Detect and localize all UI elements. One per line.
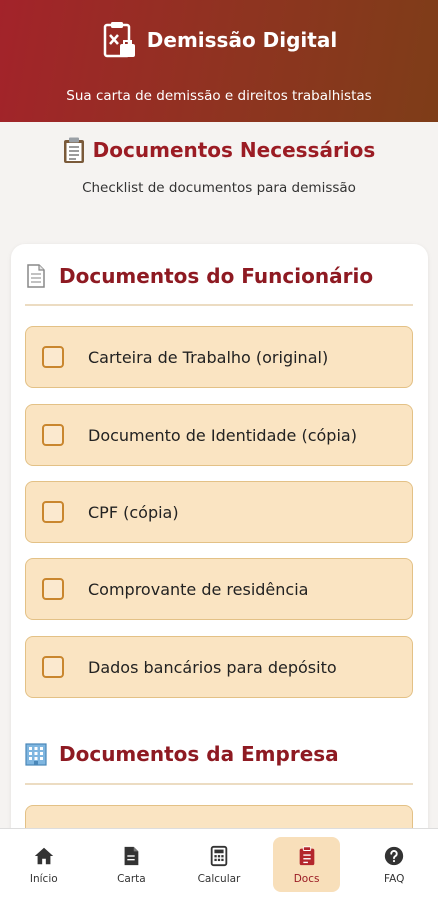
nav-label: FAQ xyxy=(384,872,405,885)
section-divider xyxy=(25,783,413,785)
checkbox[interactable] xyxy=(42,346,64,368)
resignation-clipboard-icon xyxy=(103,22,135,58)
section-header-empresa: Documentos da Empresa xyxy=(25,742,339,766)
checklist-item-identidade[interactable]: Documento de Identidade (cópia) xyxy=(25,404,413,466)
checklist-item-label: Carteira de Trabalho (original) xyxy=(88,347,329,367)
checklist-item-carteira[interactable]: Carteira de Trabalho (original) xyxy=(25,326,413,388)
page-title: Documentos Necessários xyxy=(92,138,376,162)
app-title: Demissão Digital xyxy=(146,28,338,52)
section-header-funcionario: Documentos do Funcionário xyxy=(25,264,373,288)
checklist-item-label: Documento de Identidade (cópia) xyxy=(88,425,357,445)
checklist-item-bancarios[interactable]: Dados bancários para depósito xyxy=(25,636,413,698)
nav-label: Início xyxy=(29,872,58,885)
checklist-item-residencia[interactable]: Comprovante de residência xyxy=(25,558,413,620)
nav-label: Docs xyxy=(293,872,320,885)
section-title: Documentos da Empresa xyxy=(59,742,339,766)
app-header: Demissão Digital Sua carta de demissão e… xyxy=(0,0,438,122)
nav-carta[interactable]: Carta xyxy=(88,829,176,900)
nav-docs[interactable]: Docs xyxy=(263,829,351,900)
section-title: Documentos do Funcionário xyxy=(59,264,374,288)
nav-inicio[interactable]: Início xyxy=(0,829,88,900)
building-icon xyxy=(25,743,47,766)
question-icon xyxy=(385,846,404,865)
calculator-icon xyxy=(210,845,228,866)
page-heading: Documentos Necessários Checklist de docu… xyxy=(0,136,438,196)
checklist-item-label: Dados bancários para depósito xyxy=(88,657,337,677)
nav-calcular[interactable]: Calcular xyxy=(175,829,263,900)
checklist-item-cpf[interactable]: CPF (cópia) xyxy=(25,481,413,543)
page-subtitle: Checklist de documentos para demissão xyxy=(82,180,356,196)
section-divider xyxy=(25,304,413,306)
file-icon xyxy=(124,846,139,865)
clipboard-icon xyxy=(63,137,84,163)
documents-card: Documentos do Funcionário Carteira de Tr… xyxy=(11,244,428,867)
checklist-item-label: Comprovante de residência xyxy=(88,579,309,599)
home-icon xyxy=(34,847,53,864)
checkbox[interactable] xyxy=(42,424,64,446)
nav-label: Carta xyxy=(117,872,146,885)
checkbox[interactable] xyxy=(42,656,64,678)
bottom-navigation: Início Carta Calcular Docs FAQ xyxy=(0,828,438,900)
nav-label: Calcular xyxy=(197,872,241,885)
app-subtitle: Sua carta de demissão e direitos trabalh… xyxy=(66,88,372,104)
nav-faq[interactable]: FAQ xyxy=(350,829,438,900)
checkbox[interactable] xyxy=(42,501,64,523)
clipboard-icon xyxy=(299,845,314,865)
document-icon xyxy=(27,264,45,288)
checkbox[interactable] xyxy=(42,578,64,600)
checklist-item-label: CPF (cópia) xyxy=(88,502,179,522)
